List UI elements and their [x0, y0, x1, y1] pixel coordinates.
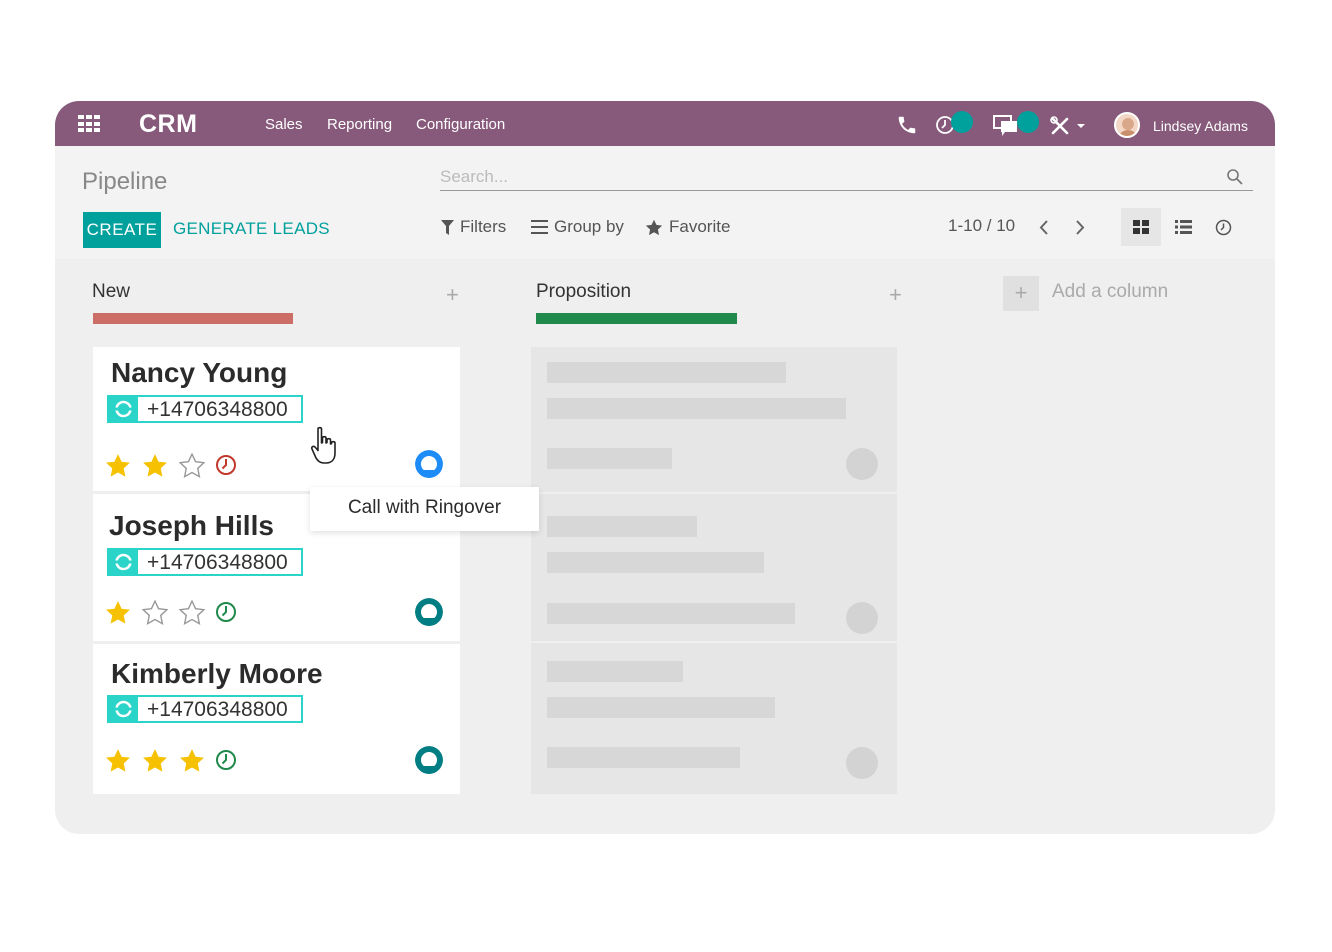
kanban-view-button[interactable]: [1121, 208, 1161, 246]
quick-create-new-icon[interactable]: +: [446, 282, 459, 308]
placeholder-divider: [531, 492, 897, 494]
groupby-icon: [531, 220, 548, 234]
placeholder-bar: [547, 516, 697, 537]
phone-number: +14706348800: [147, 551, 288, 574]
priority-stars[interactable]: [105, 748, 205, 773]
chevron-left-icon[interactable]: [1038, 219, 1050, 236]
placeholder-bar: [547, 398, 846, 419]
add-column-label[interactable]: Add a column: [1052, 281, 1168, 303]
placeholder-bar: [547, 697, 775, 718]
activity-clock-icon[interactable]: [215, 749, 237, 771]
priority-stars[interactable]: [105, 600, 205, 625]
chat-badge: [1017, 111, 1039, 133]
star-filled-icon[interactable]: [105, 600, 131, 625]
user-avatar[interactable]: [1114, 112, 1140, 138]
activity-clock-icon[interactable]: [215, 601, 237, 623]
kanban-icon: [1133, 220, 1149, 234]
ringover-tooltip: Call with Ringover: [310, 487, 539, 531]
star-empty-icon[interactable]: [179, 453, 205, 478]
menu-configuration[interactable]: Configuration: [416, 116, 505, 133]
search-bar: [440, 166, 1253, 191]
activity-badge: [951, 111, 973, 133]
ringover-phone-button[interactable]: +14706348800: [107, 395, 303, 423]
quick-create-proposition-icon[interactable]: +: [889, 282, 902, 308]
generate-leads-button[interactable]: GENERATE LEADS: [173, 219, 330, 239]
crm-window: CRM Sales Reporting Configuration Lindse…: [55, 101, 1275, 834]
placeholder-bar: [547, 448, 672, 469]
column-title-new[interactable]: New: [92, 281, 130, 303]
placeholder-bar: [547, 661, 683, 682]
star-empty-icon[interactable]: [179, 600, 205, 625]
star-filled-icon[interactable]: [142, 453, 168, 478]
placeholder-avatar: [846, 602, 878, 634]
ringover-phone-button[interactable]: +14706348800: [107, 695, 303, 723]
clock-icon: [1215, 219, 1231, 235]
user-name[interactable]: Lindsey Adams: [1153, 118, 1248, 134]
create-button[interactable]: CREATE: [83, 212, 161, 248]
list-view-button[interactable]: [1163, 208, 1203, 246]
card-title: Joseph Hills: [109, 510, 274, 541]
activity-clock-icon[interactable]: [215, 454, 237, 476]
add-column-plus-icon[interactable]: +: [1003, 276, 1039, 311]
star-filled-icon[interactable]: [105, 748, 131, 773]
groupby-label: Group by: [554, 217, 624, 236]
menu-sales[interactable]: Sales: [265, 116, 303, 133]
kanban-card[interactable]: Kimberly Moore +14706348800: [93, 644, 460, 794]
column-progress-new: [93, 313, 293, 324]
column-progress-proposition: [536, 313, 737, 324]
phone-number: +14706348800: [147, 698, 288, 721]
top-navbar: CRM Sales Reporting Configuration Lindse…: [55, 101, 1275, 146]
assignee-avatar-icon[interactable]: [415, 450, 443, 478]
breadcrumb-pipeline: Pipeline: [82, 168, 168, 195]
menu-reporting[interactable]: Reporting: [327, 116, 392, 133]
apps-grid-icon[interactable]: [78, 115, 100, 133]
proposition-placeholder-cards: [531, 347, 897, 794]
list-icon: [1174, 220, 1192, 234]
placeholder-bar: [547, 603, 795, 624]
tools-icon[interactable]: [1050, 116, 1090, 136]
activity-view-button[interactable]: [1203, 208, 1243, 246]
priority-stars[interactable]: [105, 453, 205, 478]
filter-icon: [441, 219, 454, 235]
star-filled-icon[interactable]: [142, 748, 168, 773]
assignee-avatar-icon[interactable]: [415, 746, 443, 774]
card-title: Kimberly Moore: [111, 658, 323, 689]
star-icon: [645, 219, 663, 235]
card-title: Nancy Young: [111, 357, 288, 388]
ringover-icon: [109, 550, 138, 574]
groupby-button[interactable]: Group by: [531, 217, 624, 237]
hand-cursor-icon: [310, 426, 336, 464]
control-panel: Pipeline CREATE GENERATE LEADS Filters G…: [55, 146, 1275, 259]
favorite-label: Favorite: [669, 217, 731, 236]
ringover-icon: [109, 397, 138, 421]
ringover-phone-button[interactable]: +14706348800: [107, 548, 303, 576]
star-filled-icon[interactable]: [105, 453, 131, 478]
star-empty-icon[interactable]: [142, 600, 168, 625]
placeholder-avatar: [846, 747, 878, 779]
filters-label: Filters: [460, 217, 507, 236]
placeholder-bar: [547, 552, 764, 573]
chevron-right-icon[interactable]: [1074, 219, 1086, 236]
search-input[interactable]: [440, 166, 1210, 188]
column-title-proposition[interactable]: Proposition: [536, 281, 631, 303]
phone-icon[interactable]: [896, 114, 918, 136]
filters-button[interactable]: Filters: [441, 217, 506, 237]
search-icon[interactable]: [1226, 168, 1243, 185]
star-filled-icon[interactable]: [179, 748, 205, 773]
phone-number: +14706348800: [147, 398, 288, 421]
app-name[interactable]: CRM: [139, 110, 197, 139]
placeholder-divider: [531, 641, 897, 643]
chat-icon[interactable]: [993, 114, 1019, 136]
kanban-card[interactable]: Nancy Young +14706348800: [93, 347, 460, 491]
placeholder-bar: [547, 747, 740, 768]
placeholder-bar: [547, 362, 786, 383]
pager-value[interactable]: 1-10 / 10: [948, 216, 1015, 236]
assignee-avatar-icon[interactable]: [415, 598, 443, 626]
placeholder-avatar: [846, 448, 878, 480]
favorite-button[interactable]: Favorite: [645, 217, 730, 237]
ringover-icon: [109, 697, 138, 721]
